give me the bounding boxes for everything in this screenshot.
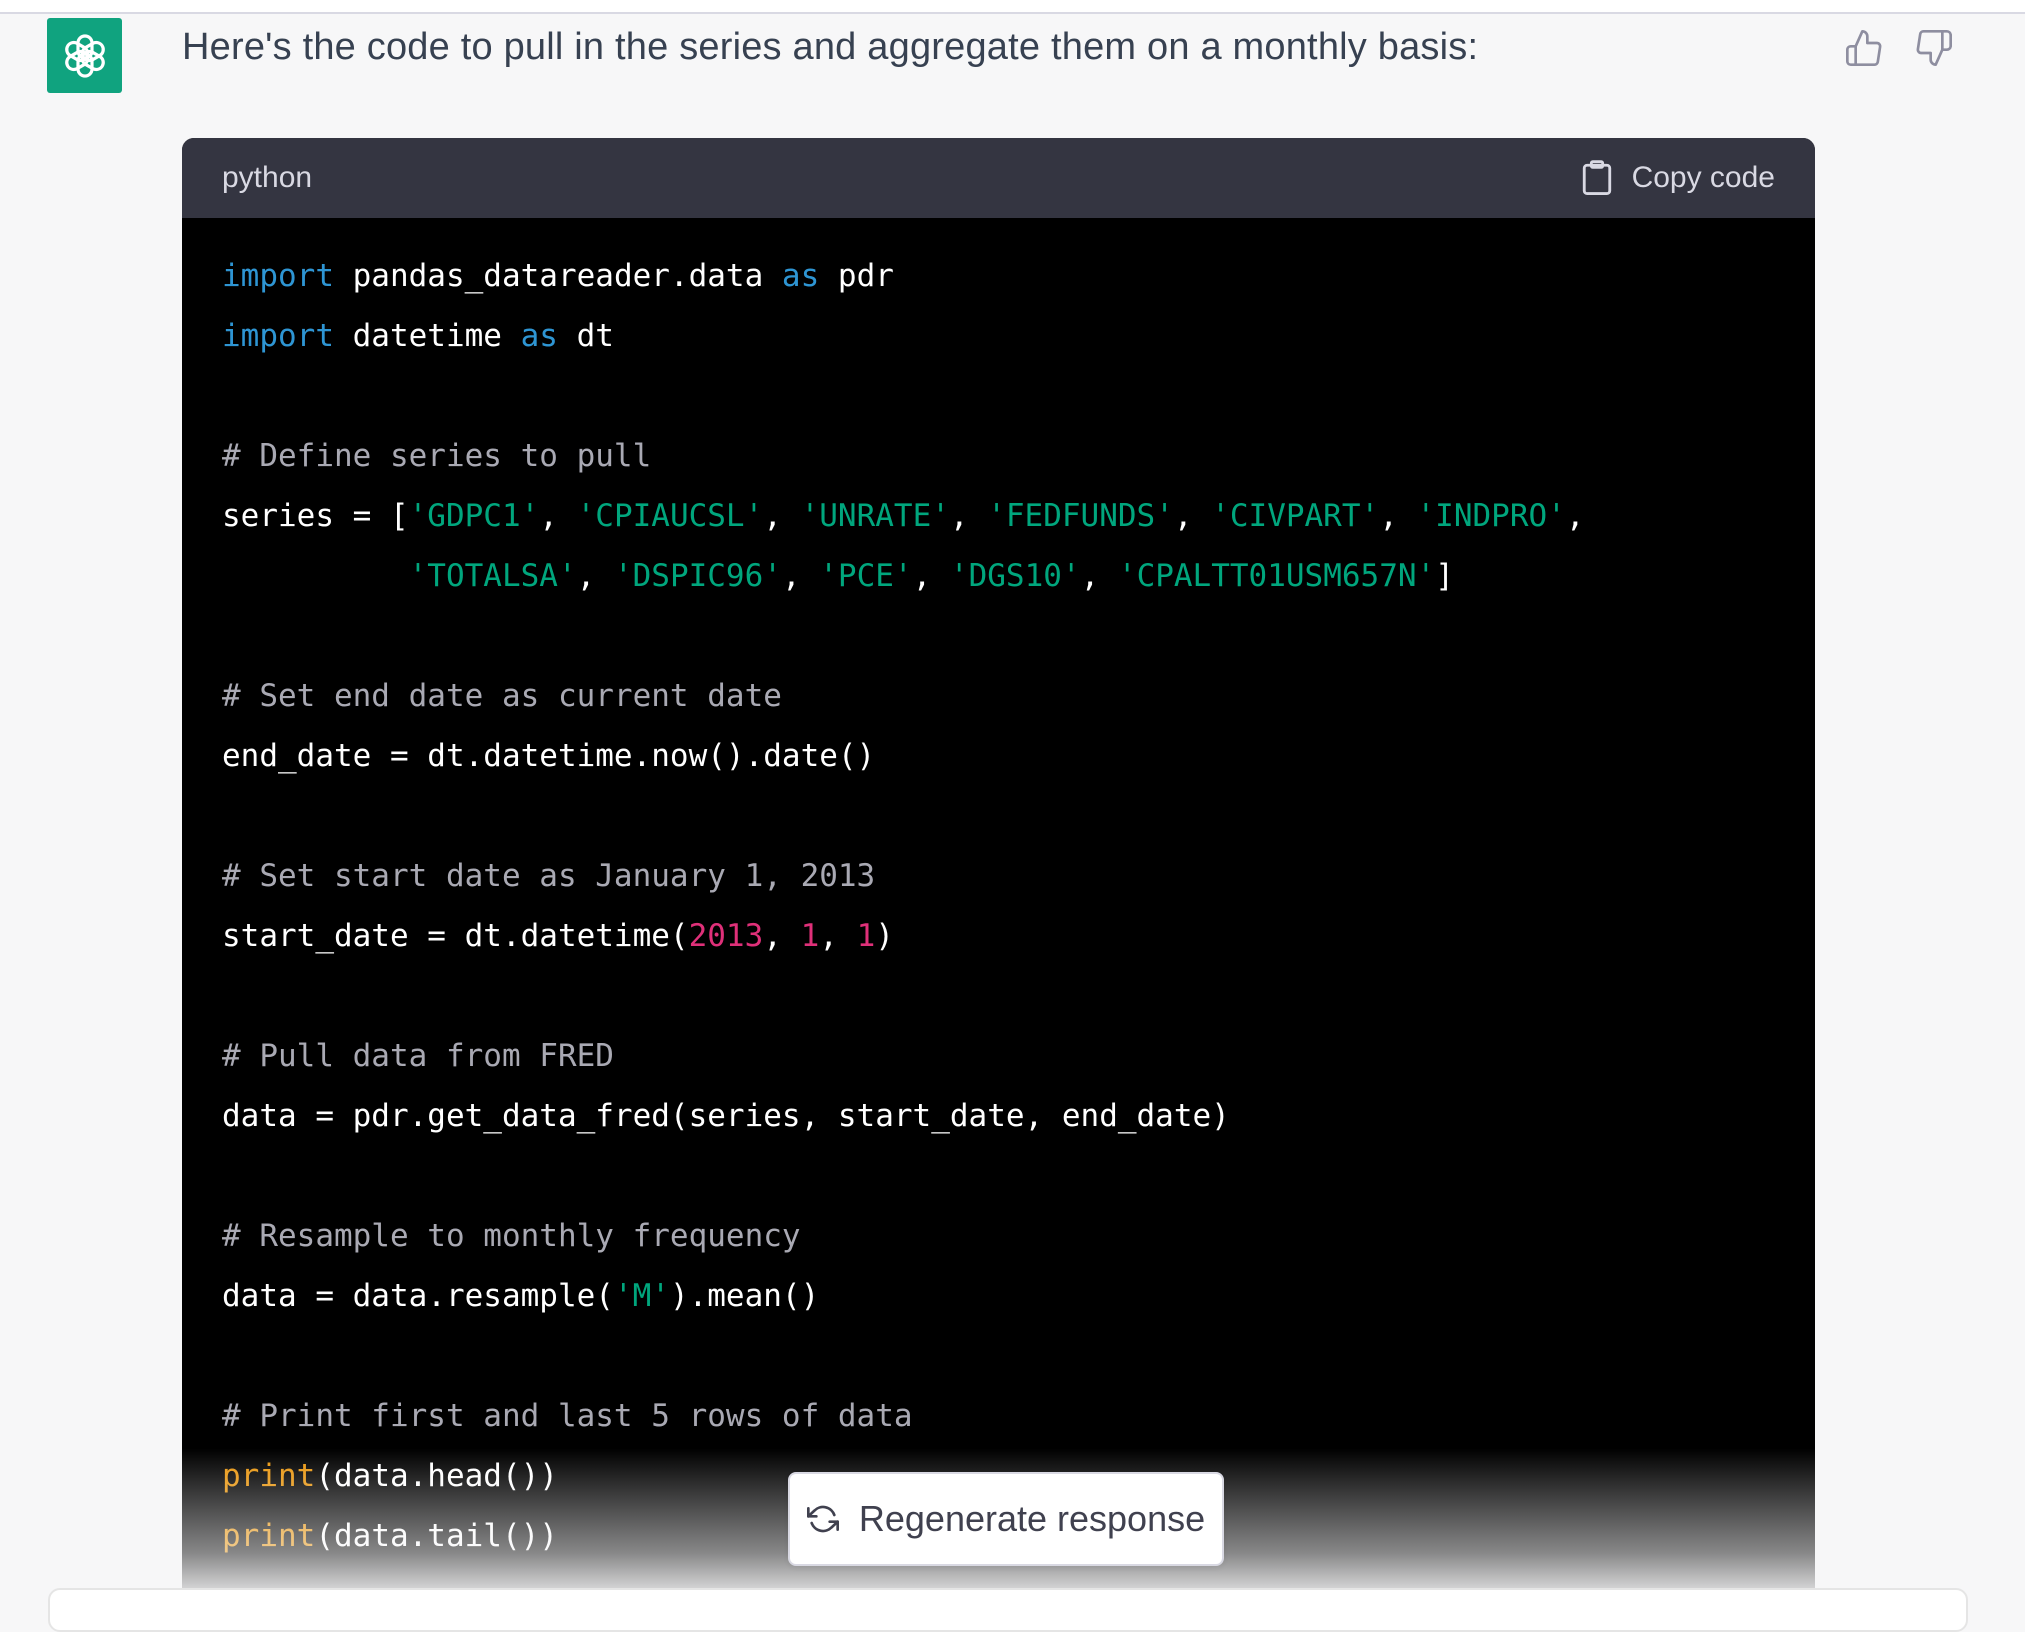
assistant-message-text: Here's the code to pull in the series an…: [182, 26, 1479, 68]
code-token: start_date = dt.datetime(: [222, 918, 689, 954]
code-token: ,: [819, 918, 857, 954]
code-token: ).mean(): [669, 1278, 820, 1314]
code-line: 'TOTALSA', 'DSPIC96', 'PCE', 'DGS10', 'C…: [222, 546, 1775, 606]
code-token: # Resample to monthly frequency: [222, 1218, 801, 1254]
code-token: 'CPALTT01USM657N': [1117, 558, 1436, 594]
openai-logo-icon: [64, 33, 105, 78]
code-line: data = pdr.get_data_fred(series, start_d…: [222, 1086, 1775, 1146]
code-line: series = ['GDPC1', 'CPIAUCSL', 'UNRATE',…: [222, 486, 1775, 546]
code-token: 'GDPC1': [408, 498, 540, 534]
code-line: import datetime as dt: [222, 306, 1775, 366]
code-line: # Set start date as January 1, 2013: [222, 846, 1775, 906]
code-line: # Pull data from FRED: [222, 1026, 1775, 1086]
code-line: # Print first and last 5 rows of data: [222, 1386, 1775, 1446]
code-token: ]: [1435, 558, 1454, 594]
code-token: ,: [912, 558, 950, 594]
code-token: 'DSPIC96': [613, 558, 782, 594]
code-token: 'CIVPART': [1211, 498, 1380, 534]
code-token: 'INDPRO': [1416, 498, 1566, 534]
chat-input-box[interactable]: [48, 1588, 1968, 1632]
code-block: python Copy code import pandas_datareade…: [182, 138, 1815, 1588]
code-token: # Define series to pull: [222, 438, 652, 474]
code-language-label: python: [222, 161, 313, 194]
code-token: data = data.resample(: [222, 1278, 614, 1314]
code-line: # Resample to monthly frequency: [222, 1206, 1775, 1266]
top-divider: [0, 0, 2025, 14]
code-token: print: [222, 1518, 316, 1554]
thumbs-down-icon: [1916, 30, 1952, 66]
code-token: 'FEDFUNDS': [987, 498, 1174, 534]
code-token: ,: [539, 498, 577, 534]
assistant-avatar: [47, 18, 122, 93]
thumbs-up-icon: [1846, 30, 1882, 66]
code-token: # Pull data from FRED: [222, 1038, 614, 1074]
code-token: ,: [781, 558, 820, 594]
thumbs-up-button[interactable]: [1842, 26, 1886, 70]
code-token: (data.head()): [315, 1458, 558, 1494]
code-token: ,: [1565, 498, 1585, 534]
code-token: data = pdr.get_data_fred(series, start_d…: [222, 1098, 1230, 1134]
code-token: ): [875, 918, 894, 954]
regenerate-response-button[interactable]: Regenerate response: [788, 1472, 1224, 1566]
code-token: pdr: [819, 258, 894, 294]
code-token: 1: [856, 918, 876, 954]
code-token: # Set start date as January 1, 2013: [222, 858, 876, 894]
code-token: ,: [576, 558, 614, 594]
code-token: pandas_datareader.data: [333, 258, 782, 294]
code-token: 'PCE': [819, 558, 913, 594]
code-line: # Define series to pull: [222, 426, 1775, 486]
code-header: python Copy code: [182, 138, 1815, 218]
copy-code-label: Copy code: [1631, 161, 1775, 194]
code-token: # Print first and last 5 rows of data: [222, 1398, 913, 1434]
thumbs-down-button[interactable]: [1912, 26, 1956, 70]
code-content: import pandas_datareader.data as pdr impo…: [182, 218, 1815, 1566]
code-token: 'DGS10': [949, 558, 1081, 594]
code-token: ,: [1080, 558, 1118, 594]
code-token: ,: [1173, 498, 1212, 534]
code-line: import pandas_datareader.data as pdr: [222, 246, 1775, 306]
code-token: 'CPIAUCSL': [576, 498, 764, 534]
code-token: as: [781, 258, 820, 294]
code-token: (data.tail()): [315, 1518, 558, 1554]
code-token: series = [: [222, 498, 409, 534]
clipboard-icon: [1582, 160, 1611, 196]
code-token: as: [520, 318, 558, 354]
code-token: ,: [1379, 498, 1417, 534]
code-token: 2013: [688, 918, 764, 954]
code-token: ,: [763, 918, 801, 954]
code-token: end_date = dt.datetime.now().date(): [222, 738, 876, 774]
code-token: datetime: [333, 318, 521, 354]
code-token: dt: [557, 318, 614, 354]
code-token: ,: [763, 498, 801, 534]
code-token: import: [222, 318, 334, 354]
code-token: print: [222, 1458, 316, 1494]
code-token: import: [222, 258, 334, 294]
code-token: 1: [800, 918, 820, 954]
code-token: 'M': [613, 1278, 670, 1314]
code-token: # Set end date as current date: [222, 678, 782, 714]
code-line: # Set end date as current date: [222, 666, 1775, 726]
code-line: end_date = dt.datetime.now().date(): [222, 726, 1775, 786]
regenerate-response-label: Regenerate response: [858, 1498, 1206, 1539]
code-line: start_date = dt.datetime(2013, 1, 1): [222, 906, 1775, 966]
code-line: data = data.resample('M').mean(): [222, 1266, 1775, 1326]
code-token: 'TOTALSA': [408, 558, 577, 594]
copy-code-button[interactable]: Copy code: [1580, 159, 1775, 197]
refresh-icon: [806, 1505, 839, 1533]
code-token: 'UNRATE': [800, 498, 950, 534]
code-token: ,: [949, 498, 988, 534]
